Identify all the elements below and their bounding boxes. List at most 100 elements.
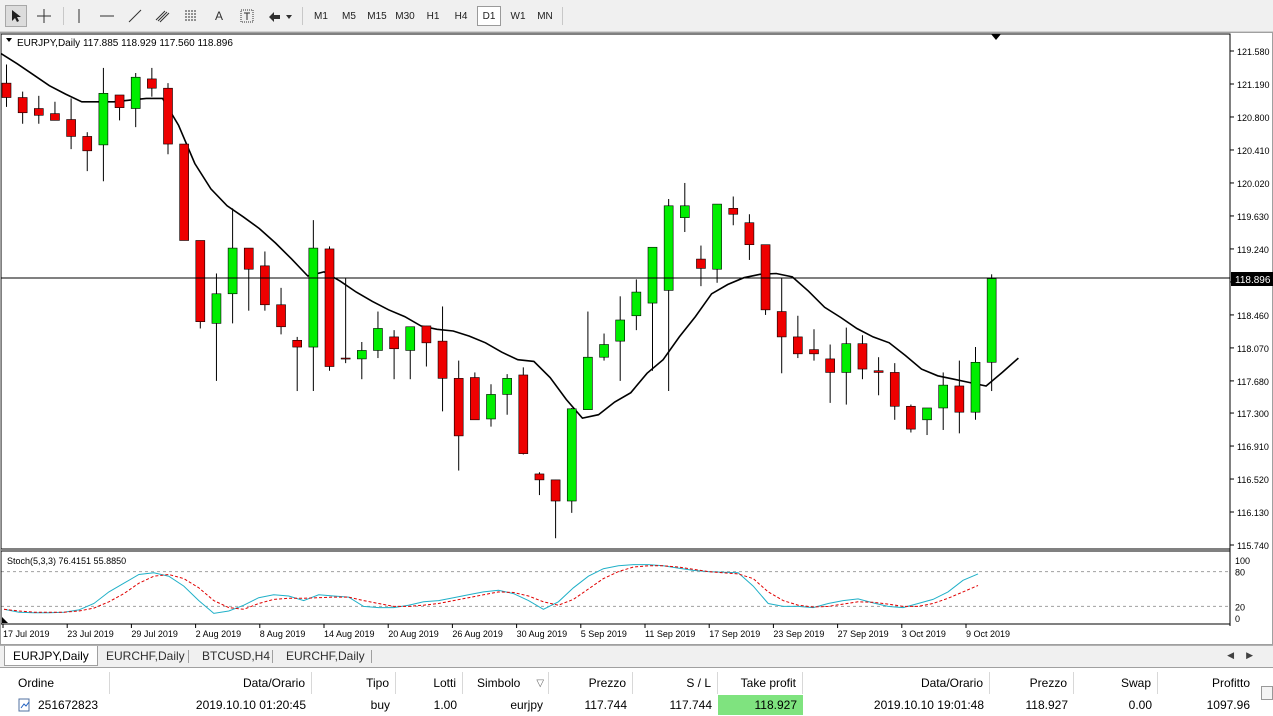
candle-bear — [696, 258, 706, 269]
candle-bear — [147, 78, 157, 89]
tab-eurchf-daily[interactable]: EURCHF,Daily — [98, 646, 193, 666]
candle-bear — [260, 265, 270, 306]
candle-bear — [195, 240, 206, 322]
timeframe-h1[interactable]: H1 — [422, 6, 444, 26]
arrows-dropdown-icon[interactable] — [264, 5, 296, 27]
channel-tool-icon[interactable] — [152, 5, 174, 27]
candle-bear — [17, 97, 28, 114]
chart-tabs-bar: EURJPY,Daily EURCHF,Daily BTCUSD,H4 EURC… — [0, 645, 1273, 667]
candle-bear — [292, 339, 303, 348]
candle-bull — [615, 319, 626, 342]
timeframe-m1[interactable]: M1 — [310, 6, 332, 26]
col-take-profit[interactable]: Take profit — [718, 672, 803, 694]
row-order: 251672823 — [12, 695, 110, 715]
text-label-tool-icon[interactable] — [236, 5, 258, 27]
candle-bull — [922, 407, 932, 421]
row-close-time: 2019.10.10 19:01:48 — [873, 698, 984, 712]
y-tick-label: 120.020 — [1237, 179, 1270, 189]
price-chart[interactable]: 100 80 20 0 121.580 121.190 120.800 120.410 120… — [1, 33, 1273, 646]
col-ordine[interactable]: Ordine — [12, 672, 110, 694]
crosshair-tool-icon[interactable] — [33, 5, 55, 27]
col-swap[interactable]: Swap — [1074, 672, 1158, 694]
trendline-tool-icon[interactable] — [124, 5, 146, 27]
row-open-price: 117.744 — [584, 698, 628, 712]
y-tick-label: 120.800 — [1237, 113, 1270, 123]
stoch-tick-label: 80 — [1235, 568, 1245, 578]
timeframe-h4[interactable]: H4 — [450, 6, 472, 26]
y-tick-label: 118.070 — [1237, 344, 1269, 354]
chart-window[interactable]: 100 80 20 0 121.580 121.190 120.800 120.410 120… — [0, 32, 1273, 645]
tab-eurjpy-daily[interactable]: EURJPY,Daily — [4, 646, 98, 666]
row-type: buy — [370, 698, 390, 712]
y-tick-label: 116.520 — [1237, 475, 1269, 485]
candle-bear — [809, 349, 819, 355]
candle-bear — [728, 208, 739, 215]
row-lots: 1.00 — [433, 698, 457, 712]
candle-bull — [130, 76, 141, 109]
candle-bull — [211, 293, 222, 324]
y-tick-label: 121.580 — [1237, 47, 1270, 57]
candle-bear — [906, 405, 916, 430]
col-prezzo-close[interactable]: Prezzo — [990, 672, 1074, 694]
y-tick-label: 115.740 — [1237, 541, 1269, 551]
y-tick-label: 118.460 — [1237, 311, 1269, 321]
col-lotti[interactable]: Lotti — [396, 672, 463, 694]
candle-bear — [421, 325, 432, 344]
x-tick-label: 23 Jul 2019 — [67, 629, 114, 639]
row-swap: 0.00 — [1128, 698, 1152, 712]
x-tick-label: 27 Sep 2019 — [838, 629, 889, 639]
trade-terminal: Ordine Data/Orario Tipo Lotti Simbolo ▽ … — [0, 667, 1273, 716]
x-tick-label: 29 Jul 2019 — [131, 629, 178, 639]
candle-bear — [324, 248, 335, 367]
x-tick-label: 8 Aug 2019 — [260, 629, 306, 639]
fibonacci-tool-icon[interactable] — [180, 5, 202, 27]
timeframe-d1[interactable]: D1 — [477, 6, 501, 26]
horizontal-line-tool-icon[interactable] — [96, 5, 118, 27]
row-sl: 117.744 — [669, 698, 713, 712]
order-number: 251672823 — [38, 698, 99, 712]
col-data-orario[interactable]: Data/Orario — [110, 672, 312, 694]
candle-bear — [82, 136, 93, 152]
tab-scroll-arrows-icon[interactable]: ◀▶ — [1227, 650, 1265, 661]
stoch-tick-label: 0 — [1235, 614, 1240, 624]
text-tool-icon[interactable]: A — [208, 5, 230, 27]
candle-bear — [857, 343, 868, 370]
indicator-label: Stoch(5,3,3) 76.4151 55.8850 — [7, 556, 126, 566]
col-tipo[interactable]: Tipo — [312, 672, 396, 694]
timeframe-mn[interactable]: MN — [533, 6, 557, 26]
candle-bull — [986, 278, 997, 363]
sort-indicator-icon: ▽ — [536, 677, 545, 689]
terminal-scrollbar[interactable] — [1261, 686, 1273, 700]
tab-btcusd-h4[interactable]: BTCUSD,H4 — [194, 646, 278, 666]
chart-shift-marker-icon[interactable] — [991, 34, 1001, 40]
col-prezzo[interactable]: Prezzo — [549, 672, 633, 694]
col-profitto[interactable]: Profitto — [1158, 672, 1256, 694]
y-tick-label: 120.410 — [1237, 146, 1270, 156]
candle-bear — [873, 370, 884, 373]
vertical-line-tool-icon[interactable] — [68, 5, 90, 27]
row-symbol: eurjpy — [510, 698, 543, 712]
x-tick-label: 20 Aug 2019 — [388, 629, 439, 639]
symbol-menu-icon[interactable] — [6, 38, 12, 42]
timeframe-m30[interactable]: M30 — [392, 6, 418, 26]
col-data-orario-close[interactable]: Data/Orario — [803, 672, 990, 694]
timeframe-w1[interactable]: W1 — [506, 6, 530, 26]
tab-eurchf-daily-2[interactable]: EURCHF,Daily — [278, 646, 373, 666]
timeframe-m5[interactable]: M5 — [338, 6, 360, 26]
y-tick-label: 121.190 — [1237, 80, 1270, 90]
panel-corner-icon — [2, 617, 8, 623]
x-tick-label: 14 Aug 2019 — [324, 629, 375, 639]
candle-bear — [50, 113, 60, 121]
timeframe-m15[interactable]: M15 — [364, 6, 390, 26]
col-simbolo[interactable]: Simbolo ▽ — [463, 672, 549, 694]
col-simbolo-label: Simbolo — [477, 676, 521, 690]
col-sl[interactable]: S / L — [633, 672, 718, 694]
x-tick-label: 9 Oct 2019 — [966, 629, 1010, 639]
candle-bear — [33, 108, 44, 116]
candle-bull — [712, 203, 722, 270]
candle-bull — [841, 343, 852, 373]
x-tick-label: 26 Aug 2019 — [452, 629, 503, 639]
candle-bear — [825, 358, 835, 373]
candle-bull — [405, 326, 416, 351]
cursor-tool-icon[interactable] — [5, 5, 27, 27]
